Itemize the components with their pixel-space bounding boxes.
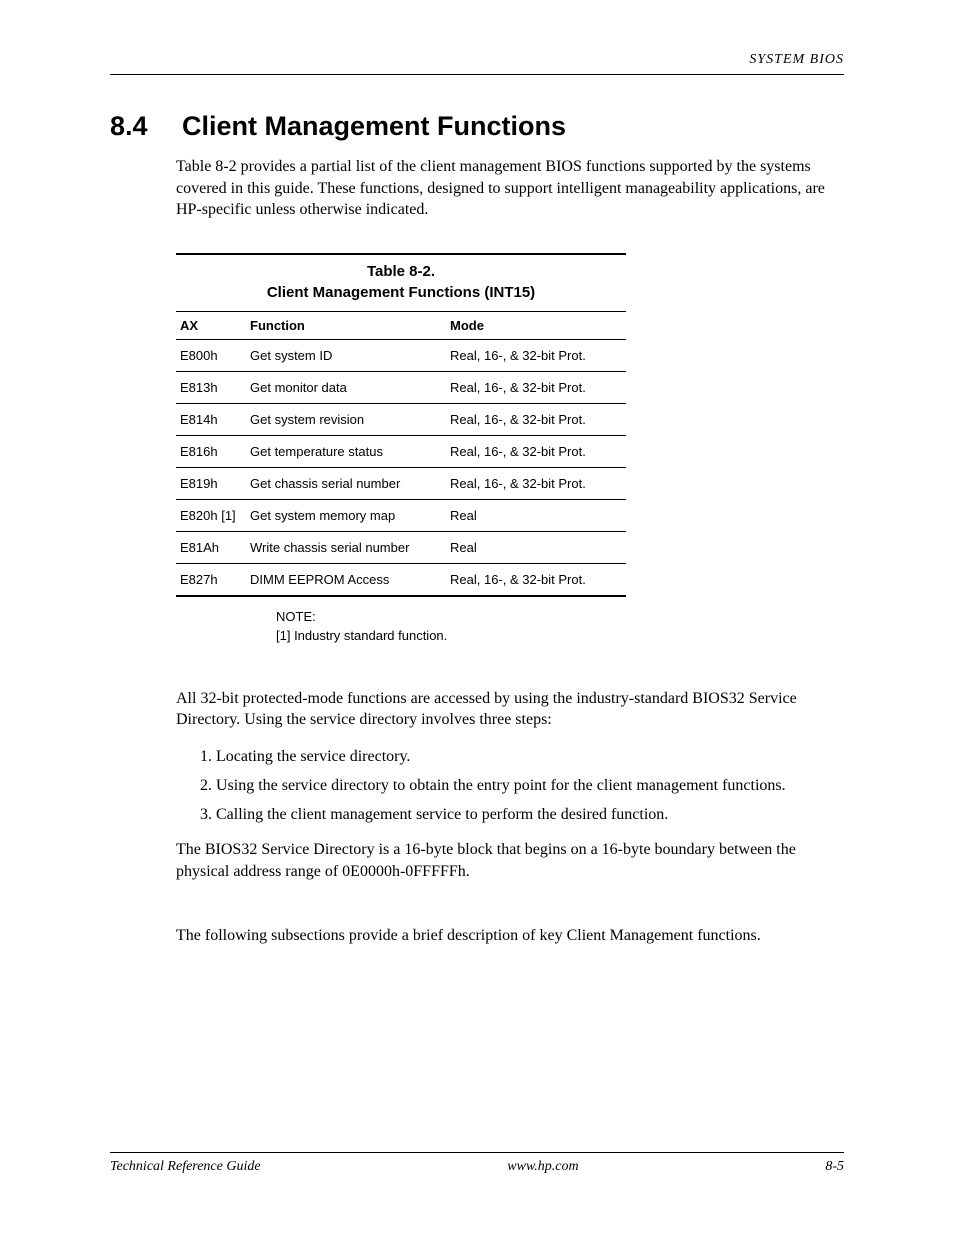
page-header: SYSTEM BIOS bbox=[110, 52, 844, 75]
cell-function: Get temperature status bbox=[246, 435, 446, 467]
section-number: 8.4 bbox=[110, 111, 160, 142]
table-row: E816h Get temperature status Real, 16-, … bbox=[176, 435, 626, 467]
address-range-paragraph: The BIOS32 Service Directory is a 16-byt… bbox=[176, 839, 844, 882]
table-row: E814h Get system revision Real, 16-, & 3… bbox=[176, 403, 626, 435]
table-caption-line1: Table 8-2. bbox=[176, 261, 626, 282]
section-heading: 8.4 Client Management Functions bbox=[110, 111, 844, 142]
table-row: E81Ah Write chassis serial number Real bbox=[176, 531, 626, 563]
cell-function: DIMM EEPROM Access bbox=[246, 563, 446, 596]
note-label: NOTE: bbox=[276, 607, 626, 627]
header-mode: Mode bbox=[446, 311, 626, 339]
table-caption: Table 8-2. Client Management Functions (… bbox=[176, 253, 626, 303]
header-function: Function bbox=[246, 311, 446, 339]
table-header-row: AX Function Mode bbox=[176, 311, 626, 339]
footer-center: www.hp.com bbox=[507, 1159, 578, 1175]
cell-mode: Real, 16-, & 32-bit Prot. bbox=[446, 403, 626, 435]
table-container: Table 8-2. Client Management Functions (… bbox=[176, 253, 626, 646]
cell-function: Get system memory map bbox=[246, 499, 446, 531]
list-item: Locating the service directory. bbox=[216, 743, 844, 772]
cell-ax: E816h bbox=[176, 435, 246, 467]
cell-ax: E800h bbox=[176, 339, 246, 371]
cell-function: Get system ID bbox=[246, 339, 446, 371]
cell-mode: Real, 16-, & 32-bit Prot. bbox=[446, 467, 626, 499]
cell-ax: E819h bbox=[176, 467, 246, 499]
table-caption-line2: Client Management Functions (INT15) bbox=[176, 282, 626, 303]
table-note: NOTE: [1] Industry standard function. bbox=[276, 607, 626, 646]
table-row: E827h DIMM EEPROM Access Real, 16-, & 32… bbox=[176, 563, 626, 596]
cell-mode: Real bbox=[446, 499, 626, 531]
cell-function: Write chassis serial number bbox=[246, 531, 446, 563]
table-row: E800h Get system ID Real, 16-, & 32-bit … bbox=[176, 339, 626, 371]
subsections-paragraph: The following subsections provide a brie… bbox=[176, 925, 844, 947]
footer-right: 8-5 bbox=[825, 1159, 844, 1175]
table-row: E813h Get monitor data Real, 16-, & 32-b… bbox=[176, 371, 626, 403]
header-right-text: SYSTEM BIOS bbox=[749, 52, 844, 67]
cell-mode: Real, 16-, & 32-bit Prot. bbox=[446, 435, 626, 467]
cell-mode: Real, 16-, & 32-bit Prot. bbox=[446, 371, 626, 403]
page-footer: Technical Reference Guide www.hp.com 8-5 bbox=[110, 1152, 844, 1175]
cell-mode: Real, 16-, & 32-bit Prot. bbox=[446, 339, 626, 371]
cell-ax: E813h bbox=[176, 371, 246, 403]
cell-mode: Real bbox=[446, 531, 626, 563]
cell-function: Get monitor data bbox=[246, 371, 446, 403]
cell-mode: Real, 16-, & 32-bit Prot. bbox=[446, 563, 626, 596]
cell-ax: E81Ah bbox=[176, 531, 246, 563]
bios32-paragraph: All 32-bit protected-mode functions are … bbox=[176, 688, 844, 731]
note-text: [1] Industry standard function. bbox=[276, 626, 626, 646]
table-row: E819h Get chassis serial number Real, 16… bbox=[176, 467, 626, 499]
intro-paragraph: Table 8-2 provides a partial list of the… bbox=[176, 156, 844, 221]
header-ax: AX bbox=[176, 311, 246, 339]
list-item: Calling the client management service to… bbox=[216, 801, 844, 830]
list-item: Using the service directory to obtain th… bbox=[216, 772, 844, 801]
table-row: E820h [1] Get system memory map Real bbox=[176, 499, 626, 531]
cell-ax: E814h bbox=[176, 403, 246, 435]
cell-function: Get system revision bbox=[246, 403, 446, 435]
cell-ax: E827h bbox=[176, 563, 246, 596]
functions-table: AX Function Mode E800h Get system ID Rea… bbox=[176, 311, 626, 597]
cell-function: Get chassis serial number bbox=[246, 467, 446, 499]
section-title: Client Management Functions bbox=[182, 111, 566, 142]
steps-list: Locating the service directory. Using th… bbox=[196, 743, 844, 829]
cell-ax: E820h [1] bbox=[176, 499, 246, 531]
footer-left: Technical Reference Guide bbox=[110, 1159, 261, 1175]
